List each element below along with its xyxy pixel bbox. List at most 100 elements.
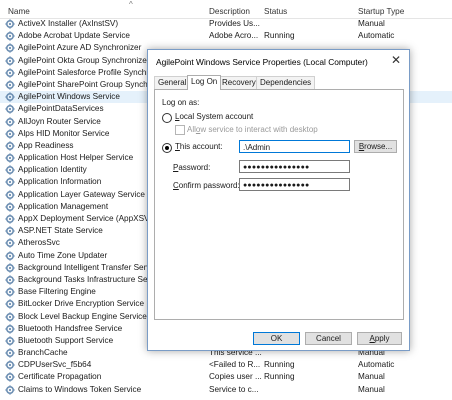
column-header-description[interactable]: Description: [209, 7, 250, 16]
service-status: Running: [264, 372, 295, 382]
service-name: AgilePoint Okta Group Synchronizer: [18, 55, 150, 65]
service-description: Service to c...: [209, 384, 259, 394]
tab-dependencies[interactable]: Dependencies: [256, 76, 316, 89]
services-list-header: ^ Name Description Status Startup Type: [0, 0, 452, 19]
service-name: AgilePoint Azure AD Synchronizer: [18, 43, 142, 53]
service-gear-icon: [5, 275, 15, 285]
service-row[interactable]: Certificate Propagation Copies user ... Ru…: [0, 371, 452, 383]
service-gear-icon: [5, 92, 15, 102]
service-status: Running: [264, 360, 295, 370]
service-status: Running: [264, 31, 295, 41]
service-gear-icon: [5, 68, 15, 78]
log-on-as-label: Log on as:: [162, 98, 200, 107]
service-gear-icon: [5, 116, 15, 127]
service-startup-type: Automatic: [358, 360, 395, 370]
service-gear-icon: [5, 153, 15, 163]
service-gear-icon: [5, 372, 15, 383]
local-system-label[interactable]: Local System account: [175, 112, 253, 121]
column-header-startup-type[interactable]: Startup Type: [358, 7, 404, 16]
service-name: AgilePoint Windows Service: [18, 92, 120, 102]
service-gear-icon: [5, 348, 15, 358]
service-name: BitLocker Drive Encryption Service: [18, 299, 145, 309]
service-gear-icon: [5, 189, 15, 200]
service-gear-icon: [5, 336, 15, 346]
this-account-radio[interactable]: [162, 143, 172, 153]
service-name: Application Identity: [18, 165, 87, 175]
service-name: Application Information: [18, 177, 102, 187]
service-gear-icon: [5, 31, 15, 41]
allow-interact-label: Allow service to interact with desktop: [187, 125, 318, 134]
service-name: AtherosSvc: [18, 238, 60, 248]
service-gear-icon: [5, 165, 15, 175]
service-description: Provides Us...: [209, 19, 260, 28]
service-description: <Failed to R...: [209, 360, 261, 370]
service-startup-type: Manual: [358, 372, 385, 382]
service-gear-icon: [5, 214, 15, 224]
password-label: Password:: [173, 163, 211, 172]
confirm-password-input[interactable]: ●●●●●●●●●●●●●●●: [239, 178, 350, 191]
service-description: Adobe Acro...: [209, 31, 259, 41]
service-gear-icon: [5, 311, 15, 322]
tab-general[interactable]: General: [154, 76, 191, 89]
service-name: ASP.NET State Service: [18, 226, 103, 236]
close-icon[interactable]: ✕: [391, 53, 401, 67]
service-name: AllJoyn Router Service: [18, 116, 101, 126]
service-gear-icon: [5, 323, 15, 334]
password-input[interactable]: ●●●●●●●●●●●●●●●: [239, 160, 350, 173]
service-gear-icon: [5, 141, 15, 151]
service-gear-icon: [5, 55, 15, 66]
ok-button[interactable]: OK: [253, 332, 300, 345]
browse-button[interactable]: Browse...: [354, 140, 397, 153]
service-gear-icon: [5, 299, 15, 310]
column-header-status[interactable]: Status: [264, 7, 287, 16]
sort-indicator: ^: [129, 0, 133, 9]
service-startup-type: Manual: [358, 384, 385, 394]
log-on-panel: Log on as: Local System account Allow se…: [154, 89, 404, 320]
service-gear-icon: [5, 128, 15, 139]
service-row[interactable]: Claims to Windows Token Service Service t…: [0, 384, 452, 396]
service-name: CDPUserSvc_f5b64: [18, 360, 92, 370]
cancel-button[interactable]: Cancel: [305, 332, 352, 345]
apply-button[interactable]: Apply: [357, 332, 402, 345]
column-header-name[interactable]: Name: [8, 7, 30, 16]
service-name: Auto Time Zone Updater: [18, 250, 108, 260]
confirm-password-label: Confirm password:: [173, 181, 240, 190]
service-name: BranchCache: [18, 348, 68, 358]
properties-dialog: AgilePoint Windows Service Properties (L…: [147, 49, 410, 351]
service-name: Alps HID Monitor Service: [18, 128, 110, 138]
dialog-title: AgilePoint Windows Service Properties (L…: [156, 57, 368, 67]
service-gear-icon: [5, 250, 15, 261]
service-gear-icon: [5, 19, 15, 29]
service-gear-icon: [5, 202, 15, 212]
account-input[interactable]: .\Admin: [239, 140, 350, 153]
service-gear-icon: [5, 287, 15, 297]
local-system-radio[interactable]: [162, 113, 172, 123]
service-name: Application Layer Gateway Service: [18, 189, 145, 199]
service-name: Background Tasks Infrastructure Servic: [18, 274, 161, 284]
service-name: Claims to Windows Token Service: [18, 384, 142, 394]
service-gear-icon: [5, 43, 15, 54]
service-gear-icon: [5, 104, 15, 115]
service-name: App Readiness: [18, 140, 74, 150]
service-startup-type: Automatic: [358, 31, 395, 41]
service-name: Bluetooth Support Service: [18, 335, 114, 345]
service-name: Adobe Acrobat Update Service: [18, 31, 130, 41]
service-row[interactable]: Adobe Acrobat Update Service Adobe Acro..…: [0, 30, 452, 42]
service-name: AppX Deployment Service (AppXSVC): [18, 214, 159, 223]
service-name: Base Filtering Engine: [18, 287, 96, 297]
service-gear-icon: [5, 238, 15, 249]
service-row[interactable]: CDPUserSvc_f5b64 <Failed to R... Running Au…: [0, 359, 452, 371]
tab-recovery[interactable]: Recovery: [218, 76, 260, 89]
this-account-label[interactable]: This account:: [175, 142, 223, 151]
service-name: AgilePointDataServices: [18, 104, 104, 114]
tab-log-on[interactable]: Log On: [187, 75, 222, 90]
allow-interact-checkbox[interactable]: [175, 125, 185, 135]
service-gear-icon: [5, 226, 15, 236]
service-name: AgilePoint Salesforce Profile Synchron: [18, 67, 159, 77]
service-gear-icon: [5, 384, 15, 395]
service-row[interactable]: ActiveX Installer (AxInstSV) Provides Us.…: [0, 18, 452, 30]
service-gear-icon: [5, 80, 15, 90]
service-gear-icon: [5, 360, 15, 370]
service-startup-type: Manual: [358, 19, 385, 28]
dialog-titlebar[interactable]: AgilePoint Windows Service Properties (L…: [148, 50, 409, 72]
